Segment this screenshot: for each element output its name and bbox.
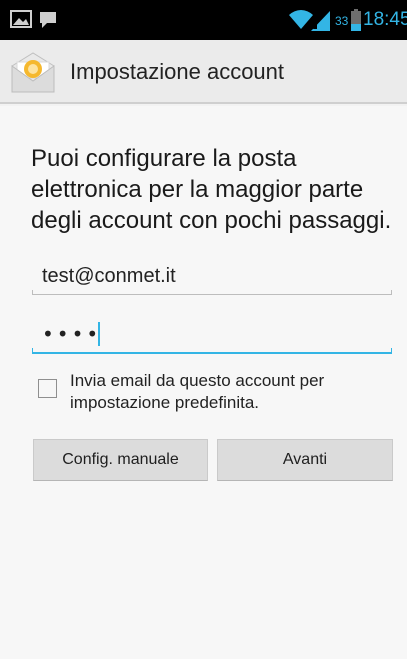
default-account-checkbox[interactable] xyxy=(38,379,57,398)
battery-icon xyxy=(351,9,361,31)
intro-text: Puoi configurare la posta elettronica pe… xyxy=(31,145,392,234)
email-field[interactable]: test@conmet.it xyxy=(32,257,392,295)
action-bar: Impostazione account xyxy=(0,40,407,104)
manual-config-button[interactable]: Config. manuale xyxy=(33,439,208,481)
signal-icon xyxy=(311,11,330,31)
email-underline xyxy=(32,294,392,295)
next-button[interactable]: Avanti xyxy=(217,439,393,481)
clock: 18:45 xyxy=(363,9,407,30)
page-title: Impostazione account xyxy=(70,59,285,84)
status-bar: 33 18:45 xyxy=(0,0,407,40)
default-account-label: Invia email da questo account per impost… xyxy=(70,371,325,412)
password-mask: •••• xyxy=(42,322,102,346)
battery-level: 33 xyxy=(335,14,349,28)
account-setup-form: Puoi configurare la posta elettronica pe… xyxy=(0,106,407,659)
email-app-icon[interactable] xyxy=(10,52,56,94)
picture-icon xyxy=(10,10,32,28)
default-account-option[interactable]: Invia email da questo account per impost… xyxy=(36,370,396,420)
password-field[interactable]: •••• xyxy=(32,316,392,354)
message-icon xyxy=(40,12,56,28)
password-underline xyxy=(32,352,392,354)
email-value: test@conmet.it xyxy=(42,265,176,287)
text-cursor xyxy=(98,322,100,346)
